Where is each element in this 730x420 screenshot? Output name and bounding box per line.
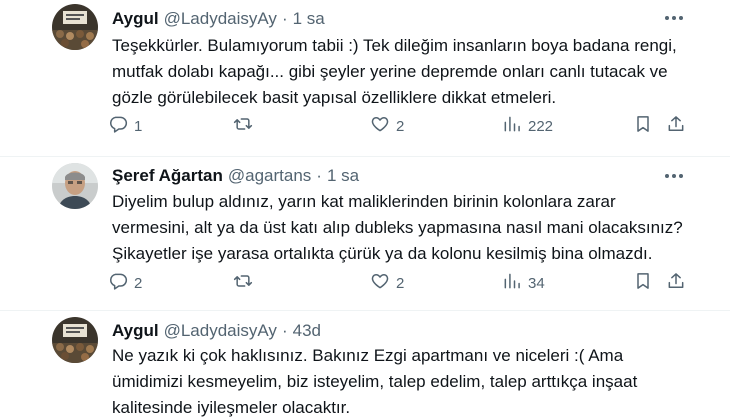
reply-icon	[108, 271, 128, 295]
reply-button[interactable]: 2	[108, 270, 142, 296]
retweet-icon	[233, 271, 253, 295]
divider	[0, 310, 730, 311]
tweet-text: Diyelim bulup aldınız, yarın kat malikle…	[112, 189, 702, 267]
avatar[interactable]	[52, 317, 98, 363]
tweet-header: Aygul @LadydaisyAy · 43d	[112, 321, 321, 341]
timestamp[interactable]: 1 sa	[293, 9, 325, 29]
views-button[interactable]: 34	[502, 270, 545, 296]
share-button[interactable]	[666, 270, 686, 296]
tweet-aygul-2[interactable]: Aygul @LadydaisyAy · 43d Ne yazık ki çok…	[0, 313, 730, 420]
like-icon	[370, 114, 390, 138]
more-icon[interactable]	[662, 166, 686, 186]
divider	[0, 156, 730, 157]
tweet-text-line: Şikayetler işe yarasa ortalıkta çürük ya…	[112, 244, 653, 263]
tweet-agartans[interactable]: Şeref Ağartan @agartans · 1 sa Diyelim b…	[0, 158, 730, 308]
separator: ·	[316, 166, 322, 185]
tweet-text-line: kalitesinde iyileşmeler olacaktır.	[112, 398, 351, 417]
tweet-text-line: mutfak dolabı kapağı... gibi şeyler yeri…	[112, 62, 668, 81]
tweet-text-line: Diyelim bulup aldınız, yarın kat malikle…	[112, 192, 616, 211]
user-handle[interactable]: @LadydaisyAy	[164, 9, 277, 29]
timestamp[interactable]: 43d	[293, 321, 321, 341]
retweet-button[interactable]	[233, 270, 259, 296]
tweet-text: Teşekkürler. Bulamıyorum tabii :) Tek di…	[112, 33, 702, 111]
avatar[interactable]	[52, 163, 98, 209]
tweet-text-line: gözle görülebilecek basit yapısal özelli…	[112, 88, 557, 107]
tweet-text: Ne yazık ki çok haklısınız. Bakınız Ezgi…	[112, 343, 702, 420]
timestamp[interactable]: 1 sa	[327, 166, 359, 186]
like-button[interactable]: 2	[370, 270, 404, 296]
tweet-text-line: Ne yazık ki çok haklısınız. Bakınız Ezgi…	[112, 346, 624, 365]
separator: ·	[281, 321, 288, 340]
more-icon[interactable]	[662, 8, 686, 28]
tweet-header: Aygul @LadydaisyAy · 1 sa	[112, 9, 325, 29]
action-bar: 2 2 34	[108, 270, 688, 296]
action-bar: 1 2 222	[108, 113, 688, 139]
thread: Aygul @LadydaisyAy · 1 sa Teşekkürler. B…	[0, 0, 730, 420]
reply-button[interactable]: 1	[108, 113, 142, 139]
separator: ·	[281, 9, 288, 28]
like-count: 2	[396, 274, 405, 292]
reply-count: 1	[134, 117, 143, 135]
user-handle[interactable]: @agartans	[228, 166, 311, 186]
views-count: 34	[528, 274, 545, 292]
share-button[interactable]	[666, 113, 686, 139]
retweet-icon	[233, 114, 253, 138]
like-icon	[370, 271, 390, 295]
share-icon	[666, 271, 686, 295]
avatar[interactable]	[52, 4, 98, 50]
bookmark-button[interactable]	[633, 113, 653, 139]
tweet-text-line: ümidimizi kesmeyelim, biz isteyelim, tal…	[112, 372, 638, 391]
tweet-aygul-1[interactable]: Aygul @LadydaisyAy · 1 sa Teşekkürler. B…	[0, 0, 730, 155]
reply-icon	[108, 114, 128, 138]
retweet-button[interactable]	[233, 113, 259, 139]
tweet-header: Şeref Ağartan @agartans · 1 sa	[112, 166, 359, 186]
display-name[interactable]: Aygul	[112, 321, 159, 341]
display-name[interactable]: Şeref Ağartan	[112, 166, 223, 186]
like-button[interactable]: 2	[370, 113, 404, 139]
user-handle[interactable]: @LadydaisyAy	[164, 321, 277, 341]
share-icon	[666, 114, 686, 138]
display-name[interactable]: Aygul	[112, 9, 159, 29]
like-count: 2	[396, 117, 405, 135]
bookmark-icon	[633, 271, 653, 295]
views-icon	[502, 114, 522, 138]
tweet-text-line: vermesini, alt ya da üst katı alıp duble…	[112, 218, 683, 237]
views-button[interactable]: 222	[502, 113, 553, 139]
views-count: 222	[528, 117, 554, 135]
reply-count: 2	[134, 274, 143, 292]
bookmark-icon	[633, 114, 653, 138]
views-icon	[502, 271, 522, 295]
tweet-text-line: Teşekkürler. Bulamıyorum tabii :) Tek di…	[112, 36, 677, 55]
bookmark-button[interactable]	[633, 270, 653, 296]
